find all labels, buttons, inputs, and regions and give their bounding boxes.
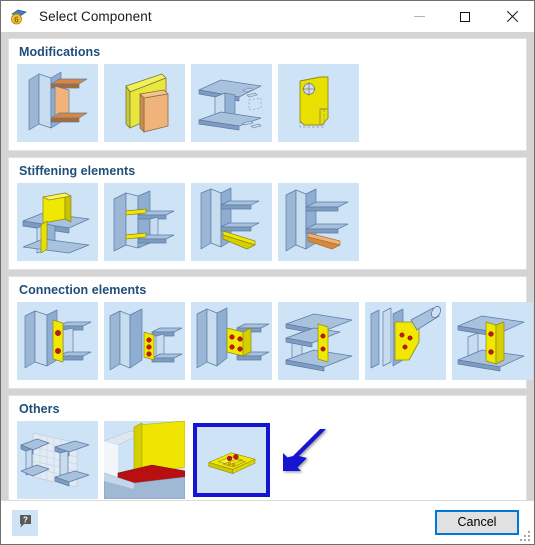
component-thumb-stif-2[interactable] bbox=[104, 183, 185, 261]
component-thumb-stif-1[interactable] bbox=[17, 183, 98, 261]
thumb-art-grid-mesh-beam bbox=[17, 421, 98, 499]
svg-text:?: ? bbox=[23, 515, 28, 524]
thumb-art-yellow-angled-plate bbox=[104, 64, 185, 142]
thumb-art-beam-orange-gusset bbox=[278, 183, 359, 261]
thumb-art-yellow-base-plate-bolts bbox=[199, 429, 264, 491]
minimize-button[interactable] bbox=[396, 1, 442, 32]
component-thumb-oth-2[interactable] bbox=[104, 421, 185, 499]
component-thumb-mod-4[interactable] bbox=[278, 64, 359, 142]
thumb-art-web-plate-2-bolts bbox=[452, 302, 533, 380]
dialog-footer: ? Cancel bbox=[1, 500, 534, 544]
window-title: Select Component bbox=[39, 9, 152, 24]
maximize-icon bbox=[460, 11, 470, 22]
group-title-connection-elements: Connection elements bbox=[19, 283, 147, 297]
thumb-art-beam-cut-notch bbox=[191, 64, 272, 142]
thumb-art-beam-yellow-haunch bbox=[191, 183, 272, 261]
component-thumb-mod-3[interactable] bbox=[191, 64, 272, 142]
component-thumb-mod-1[interactable] bbox=[17, 64, 98, 142]
component-thumb-mod-2[interactable] bbox=[104, 64, 185, 142]
maximize-button[interactable] bbox=[442, 1, 488, 32]
help-icon: ? bbox=[17, 513, 33, 532]
component-thumb-conn-6[interactable] bbox=[452, 302, 533, 380]
thumb-art-beam-top-plate-bolts bbox=[278, 302, 359, 380]
component-groups-area: Modifications Stiffening elements Connec… bbox=[1, 32, 534, 500]
thumb-art-yellow-red-closeup bbox=[104, 421, 185, 499]
select-component-dialog: 6 Select Component Modifications Stiffen… bbox=[0, 0, 535, 545]
title-bar: 6 Select Component bbox=[1, 1, 534, 32]
thumb-art-fin-plate-3-bolts bbox=[104, 302, 185, 380]
thumbnail-row-modifications bbox=[17, 64, 518, 142]
component-thumb-conn-2[interactable] bbox=[104, 302, 185, 380]
component-thumb-stif-4[interactable] bbox=[278, 183, 359, 261]
thumb-art-end-plate-2-bolts bbox=[17, 302, 98, 380]
component-thumb-conn-3[interactable] bbox=[191, 302, 272, 380]
help-button[interactable]: ? bbox=[12, 509, 38, 536]
thumbnail-row-stiffening-elements bbox=[17, 183, 518, 261]
app-component-icon: 6 bbox=[9, 7, 29, 27]
svg-text:6: 6 bbox=[14, 15, 19, 24]
group-modifications: Modifications bbox=[8, 38, 527, 151]
thumb-art-tube-gusset-plate bbox=[365, 302, 446, 380]
close-button[interactable] bbox=[488, 1, 534, 32]
resize-grip[interactable] bbox=[520, 531, 531, 542]
thumb-art-double-angle-4-bolts bbox=[191, 302, 272, 380]
component-thumb-conn-4[interactable] bbox=[278, 302, 359, 380]
group-connection-elements: Connection elements bbox=[8, 276, 533, 389]
component-thumb-conn-1[interactable] bbox=[17, 302, 98, 380]
thumb-art-beam-plate-web bbox=[17, 64, 98, 142]
thumb-art-column-horizontal-stiffeners bbox=[104, 183, 185, 261]
cancel-button[interactable]: Cancel bbox=[435, 510, 519, 535]
window-controls bbox=[396, 1, 534, 32]
thumb-art-yellow-contour-plate bbox=[278, 64, 359, 142]
component-thumb-oth-3[interactable] bbox=[191, 421, 272, 499]
thumbnail-row-others bbox=[17, 421, 518, 499]
component-thumb-conn-5[interactable] bbox=[365, 302, 446, 380]
group-stiffening-elements: Stiffening elements bbox=[8, 157, 527, 270]
group-others: Others bbox=[8, 395, 527, 500]
close-icon bbox=[505, 10, 518, 23]
thumb-art-beam-vertical-stiffener bbox=[17, 183, 98, 261]
thumbnail-row-connection-elements bbox=[17, 302, 533, 380]
component-thumb-oth-1[interactable] bbox=[17, 421, 98, 499]
group-title-modifications: Modifications bbox=[19, 45, 101, 59]
group-title-stiffening-elements: Stiffening elements bbox=[19, 164, 136, 178]
component-thumb-stif-3[interactable] bbox=[191, 183, 272, 261]
group-title-others: Others bbox=[19, 402, 60, 416]
minimize-icon bbox=[413, 16, 425, 17]
